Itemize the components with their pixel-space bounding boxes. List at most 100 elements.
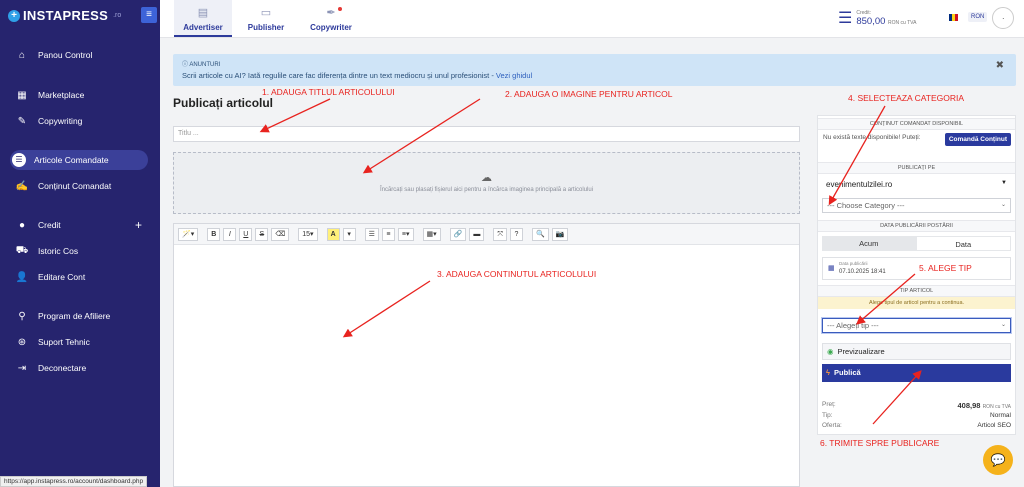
price-row: Preț: 408,98 RON cu TVA xyxy=(822,401,1011,410)
publish-on-header: PUBLICAȚI PE xyxy=(818,162,1015,174)
close-icon[interactable]: ✖ xyxy=(996,60,1004,71)
type-warning: Alege tipul de articol pentru a continua… xyxy=(818,297,1015,309)
help-button[interactable]: ? xyxy=(510,227,523,241)
annotation-step-4: 4. SELECTEAZA CATEGORIA xyxy=(848,93,965,103)
order-content-button[interactable]: Comandă Conținut xyxy=(944,133,1011,146)
annotation-step-2: 2. ADAUGA O IMAGINE PENTRU ARTICOL xyxy=(505,89,673,99)
tab-copywriter[interactable]: ✒ Copywriter xyxy=(302,0,360,37)
tab-label: Publisher xyxy=(247,23,285,32)
date-value: 07.10.2025 18:41 xyxy=(839,269,886,275)
sidebar-item-label: Conținut Comandat xyxy=(38,181,112,191)
clear-format-button[interactable]: ⌫ xyxy=(271,227,290,241)
type-value: Normal xyxy=(990,412,1011,419)
sidebar-item-copywriting[interactable]: ✎ Copywriting xyxy=(10,111,148,131)
sidebar-item-label: Istoric Cos xyxy=(38,246,79,256)
video-button[interactable]: ▬ xyxy=(469,227,485,241)
status-bar-url: https://app.instapress.ro/account/dashbo… xyxy=(0,476,148,487)
annotation-step-5: 5. ALEGE TIP xyxy=(919,263,972,273)
menu-toggle-button[interactable]: ≡ xyxy=(141,7,157,23)
romania-flag-icon[interactable] xyxy=(949,14,958,21)
tab-publisher[interactable]: ▭ Publisher xyxy=(237,0,295,37)
article-editor[interactable]: 🪄▾ B I U S ⌫ 15▾ A ▾ ☰ ≡ ≡▾ ▦▾ 🔗 ▬ ⤧ ? 🔍… xyxy=(173,223,800,487)
add-credit-icon[interactable]: + xyxy=(135,218,142,232)
site-select[interactable]: evenimentulzilei.ro ▼ xyxy=(822,178,1011,193)
publish-date-field[interactable]: ▦ Data publicării 07.10.2025 18:41 xyxy=(822,257,1011,280)
category-select[interactable]: --- Choose Category --- ⌄ xyxy=(822,198,1011,213)
sidebar-item-program-afiliere[interactable]: ⚲ Program de Afiliere xyxy=(10,306,148,326)
sidebar-item-continut-comandat[interactable]: ✍ Conținut Comandat xyxy=(10,176,148,196)
logo[interactable]: + INSTAPRESS .ro xyxy=(8,8,121,23)
publish-button[interactable]: ϟ Publică xyxy=(822,364,1011,382)
currency-selector[interactable]: RON xyxy=(968,12,988,22)
chat-button[interactable]: 💬 xyxy=(983,445,1013,475)
sidebar-item-label: Program de Afiliere xyxy=(38,311,111,321)
sidebar-item-marketplace[interactable]: ▦ Marketplace xyxy=(10,85,148,105)
strikethrough-button[interactable]: S xyxy=(255,227,269,241)
announcement-banner: ⓘ ANUNTURI Scrii articole cu AI? Iată re… xyxy=(173,54,1016,86)
sidebar-item-label: Marketplace xyxy=(38,90,85,100)
bold-button[interactable]: B xyxy=(207,227,221,241)
sidebar-item-label: Articole Comandate xyxy=(34,155,109,165)
date-toggle[interactable]: Data xyxy=(915,236,1011,251)
annotation-step-1: 1. ADAUGA TITLUL ARTICOLULUI xyxy=(262,87,395,97)
sidebar-item-editare-cont[interactable]: 👤 Editare Cont xyxy=(10,267,148,287)
avatar[interactable]: ◔ xyxy=(992,7,1014,29)
sidebar-item-deconectare[interactable]: ⇥ Deconectare xyxy=(10,358,148,378)
page-title: Publicați articolul xyxy=(173,96,274,110)
date-label: Data publicării xyxy=(839,261,868,266)
bolt-icon: ϟ xyxy=(826,368,830,377)
announcement-heading: ⓘ ANUNTURI xyxy=(182,62,221,68)
tab-advertiser[interactable]: ▤ Advertiser xyxy=(174,0,232,37)
fullscreen-button[interactable]: ⤧ xyxy=(493,227,507,241)
sidebar-item-panou-control[interactable]: ⌂ Panou Control xyxy=(10,45,148,65)
top-bar: ▤ Advertiser ▭ Publisher ✒ Copywriter ☰ … xyxy=(160,0,1024,38)
pen-icon: ✎ xyxy=(17,115,27,127)
unordered-list-button[interactable]: ☰ xyxy=(364,227,379,241)
link-button[interactable]: 🔗 xyxy=(449,227,467,241)
sidebar-item-suport-tehnic[interactable]: ⊛ Suport Tehnic xyxy=(10,332,148,352)
sidebar-item-label: Panou Control xyxy=(38,50,93,60)
camera-button[interactable]: 📷 xyxy=(551,227,569,241)
chat-icon: 💬 xyxy=(990,453,1006,467)
credit-value: 850,00 xyxy=(856,15,886,27)
sidebar-item-label: Credit xyxy=(38,220,61,230)
align-dropdown[interactable]: ≡▾ xyxy=(397,227,414,241)
logout-icon: ⇥ xyxy=(17,362,27,374)
editor-toolbar: 🪄▾ B I U S ⌫ 15▾ A ▾ ☰ ≡ ≡▾ ▦▾ 🔗 ▬ ⤧ ? 🔍… xyxy=(174,224,799,245)
price-unit: RON cu TVA xyxy=(982,404,1011,410)
article-type-header: TIP ARTICOL xyxy=(818,285,1015,297)
price-value: 408,98 xyxy=(957,401,981,410)
sidebar-item-articole-comandate[interactable]: ☰ Articole Comandate xyxy=(10,150,148,170)
font-size-dropdown[interactable]: 15▾ xyxy=(298,227,318,241)
article-type-select[interactable]: --- Alegeți tip --- ⌄ xyxy=(822,318,1011,333)
image-dropzone[interactable]: ☁ Încărcați sau plasați fișierul aici pe… xyxy=(173,152,800,214)
cloud-upload-icon: ☁ xyxy=(481,172,492,184)
offer-value: Articol SEO xyxy=(977,422,1011,429)
ordered-list-button[interactable]: ≡ xyxy=(381,227,395,241)
chevron-down-icon: ⌄ xyxy=(1000,202,1006,208)
underline-button[interactable]: U xyxy=(239,227,253,241)
guide-link[interactable]: Vezi ghidul xyxy=(496,71,532,80)
offer-row: Oferta: Articol SEO xyxy=(822,422,1011,429)
title-input[interactable]: Titlu ... xyxy=(173,126,800,142)
affiliate-icon: ⚲ xyxy=(18,310,26,322)
user-edit-icon: 👤 xyxy=(15,271,29,283)
table-dropdown[interactable]: ▦▾ xyxy=(422,227,441,241)
announcement-text: Scrii articole cu AI? Iată regulile care… xyxy=(182,71,533,80)
magic-wand-button[interactable]: 🪄▾ xyxy=(178,227,199,241)
sidebar-item-label: Copywriting xyxy=(38,116,83,126)
list-icon: ☰ xyxy=(12,153,26,167)
now-toggle[interactable]: Acum xyxy=(822,236,916,251)
highlight-dropdown[interactable]: ▾ xyxy=(342,227,356,241)
italic-button[interactable]: I xyxy=(223,227,237,241)
search-image-button[interactable]: 🔍 xyxy=(532,227,549,241)
preview-button[interactable]: ◉ Previzualizare xyxy=(822,343,1011,360)
tab-label: Advertiser xyxy=(183,23,223,32)
chevron-down-icon: ▼ xyxy=(1001,180,1007,186)
credit-balance[interactable]: ☰ Credit: 850,00 RON cu TVA xyxy=(838,8,916,28)
sidebar-item-label: Editare Cont xyxy=(38,272,86,282)
sidebar-item-istoric-cos[interactable]: ⛟ Istoric Cos xyxy=(10,241,148,261)
logo-suffix: .ro xyxy=(113,12,122,19)
highlight-color-button[interactable]: A xyxy=(326,227,340,241)
sidebar-item-credit[interactable]: ● Credit + xyxy=(10,215,148,235)
